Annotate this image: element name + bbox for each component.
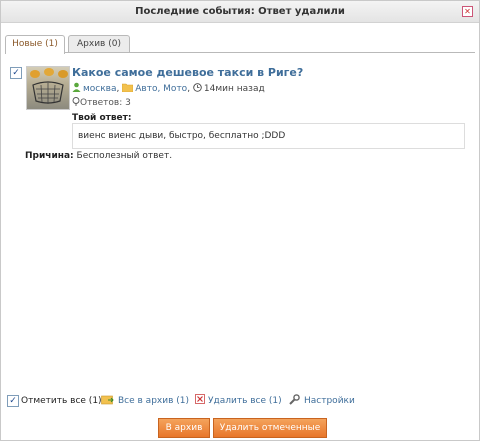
- answers-label: Ответов: 3: [80, 98, 131, 108]
- user-icon: [72, 82, 81, 95]
- dialog-title: Последние события: Ответ удалили: [135, 6, 345, 17]
- delete-icon: [195, 394, 205, 408]
- events-dialog: Последние события: Ответ удалили ✕ Новые…: [0, 0, 480, 441]
- answers-count: Ответов: 3: [72, 97, 131, 109]
- archive-icon: [101, 394, 114, 409]
- events-list: ✓ Какое самое дешевое такси в Риге? моск…: [5, 53, 475, 383]
- event-checkbox[interactable]: ✓: [10, 67, 22, 79]
- tab-archive[interactable]: Архив (0): [68, 35, 130, 53]
- question-thumbnail[interactable]: [26, 66, 70, 110]
- to-archive-button[interactable]: В архив: [158, 418, 210, 438]
- folder-icon: [121, 83, 134, 95]
- answers-icon: [72, 97, 80, 109]
- deletion-reason: Причина: Бесполезный ответ.: [25, 151, 172, 161]
- delete-selected-button[interactable]: Удалить отмеченные: [213, 418, 327, 438]
- clock-icon: [193, 83, 202, 95]
- settings-link[interactable]: Настройки: [304, 394, 355, 408]
- title-bar: Последние события: Ответ удалили ✕: [1, 1, 479, 23]
- author-link[interactable]: москва: [83, 84, 117, 94]
- reason-text: Бесполезный ответ.: [76, 151, 173, 161]
- tab-new[interactable]: Новые (1): [5, 35, 65, 54]
- your-answer-label: Твой ответ:: [72, 113, 132, 123]
- archive-all-link[interactable]: Все в архив (1): [118, 394, 189, 408]
- basket-image-icon: [30, 68, 68, 104]
- wrench-icon: [288, 394, 300, 409]
- select-all-checkbox[interactable]: ✓: [7, 395, 19, 407]
- delete-all-link[interactable]: Удалить все (1): [208, 394, 282, 408]
- category-link[interactable]: Авто, Мото: [135, 84, 187, 94]
- question-title-link[interactable]: Какое самое дешевое такси в Риге?: [72, 66, 303, 79]
- your-answer-text: виенс виенс дыви, быстро, бесплатно ;DDD: [72, 123, 465, 149]
- question-meta: москва, Авто, Мото, 14мин назад: [72, 82, 265, 95]
- time-ago: 14мин назад: [203, 84, 265, 94]
- reason-label: Причина:: [25, 151, 74, 161]
- close-icon[interactable]: ✕: [462, 6, 473, 17]
- select-all-label[interactable]: Отметить все (1): [21, 394, 102, 408]
